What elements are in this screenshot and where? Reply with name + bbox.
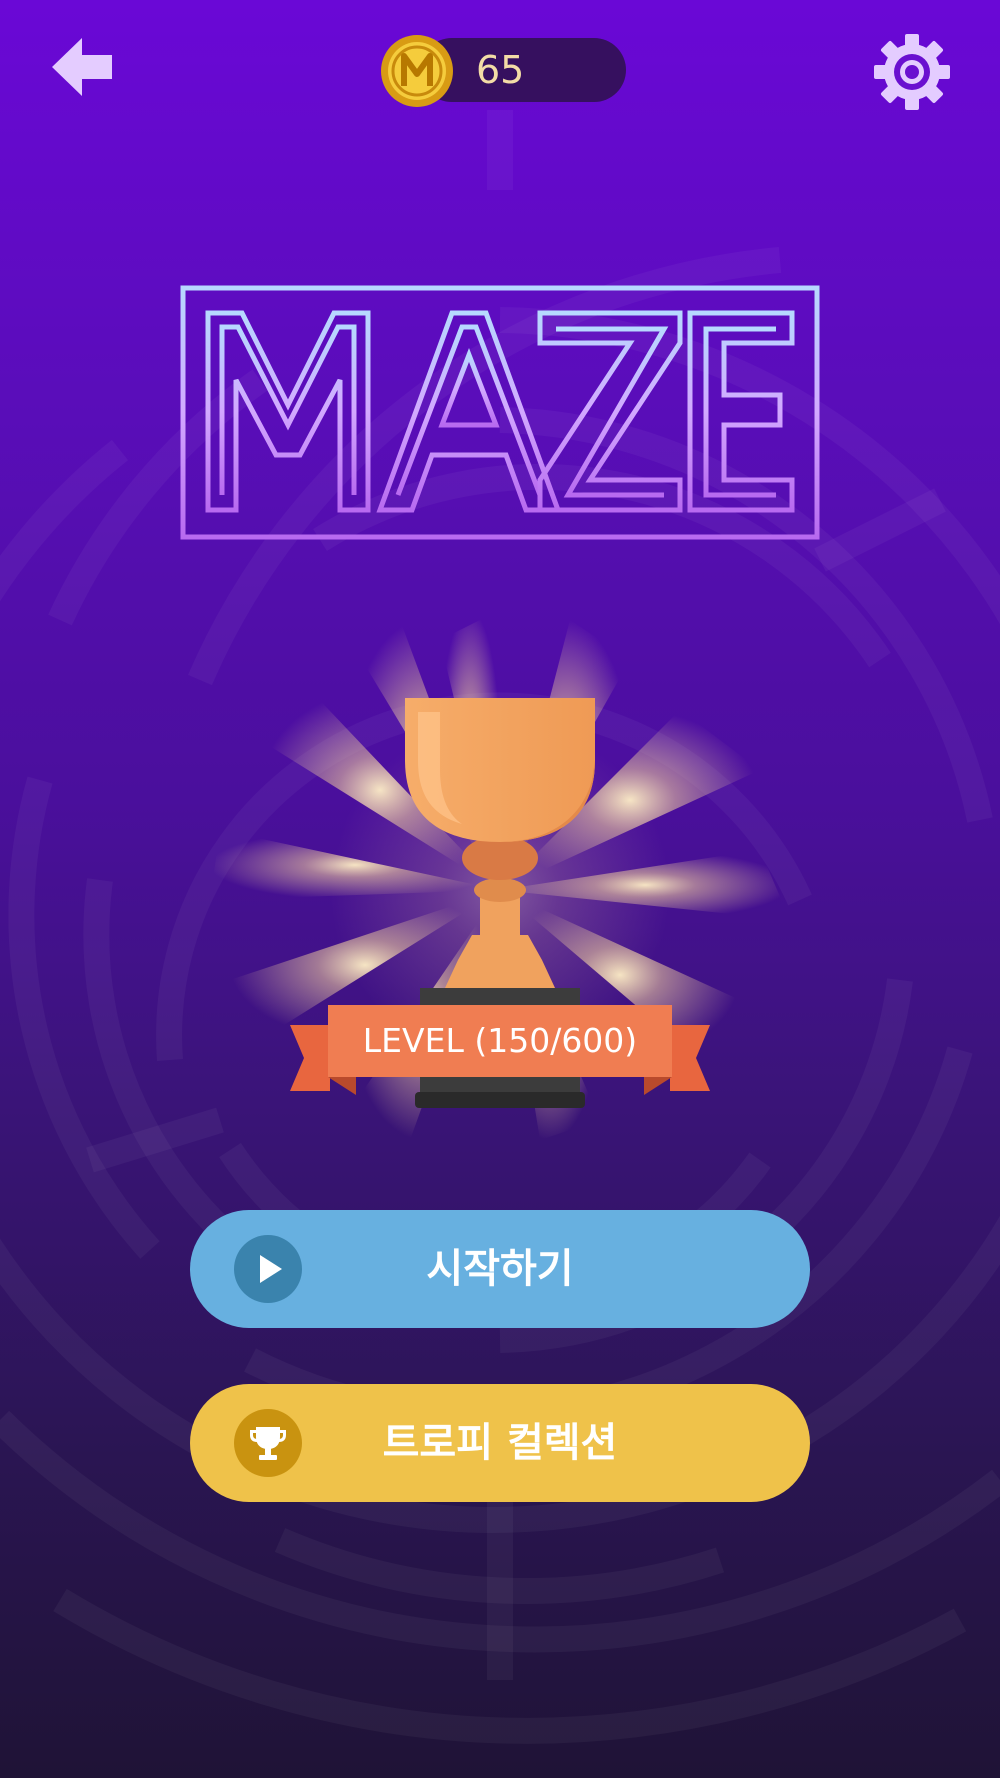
arrow-left-icon (52, 38, 112, 96)
game-menu-screen: 65 LEVEL (150/600) 시작하기 트로피 컬렉션 (0, 0, 1000, 1778)
level-progress-text: LEVEL (150/600) (362, 1021, 638, 1060)
trophy-collection-button[interactable]: 트로피 컬렉션 (190, 1384, 810, 1502)
settings-button[interactable] (872, 32, 952, 112)
trophy-collection-button-label: 트로피 컬렉션 (382, 1420, 618, 1466)
play-icon (260, 1255, 282, 1283)
trophy-icon (250, 1427, 286, 1460)
trophy-icon-circle (234, 1409, 302, 1477)
start-button[interactable]: 시작하기 (190, 1210, 810, 1328)
back-button[interactable] (48, 34, 120, 100)
gear-icon (874, 34, 950, 110)
play-icon-circle (234, 1235, 302, 1303)
start-button-label: 시작하기 (426, 1246, 574, 1292)
level-banner: LEVEL (150/600) (290, 1005, 710, 1097)
m-coin-icon (381, 35, 453, 107)
coin-count: 65 (476, 48, 525, 92)
maze-logo (180, 285, 820, 540)
coin-counter: 65 (380, 35, 626, 107)
